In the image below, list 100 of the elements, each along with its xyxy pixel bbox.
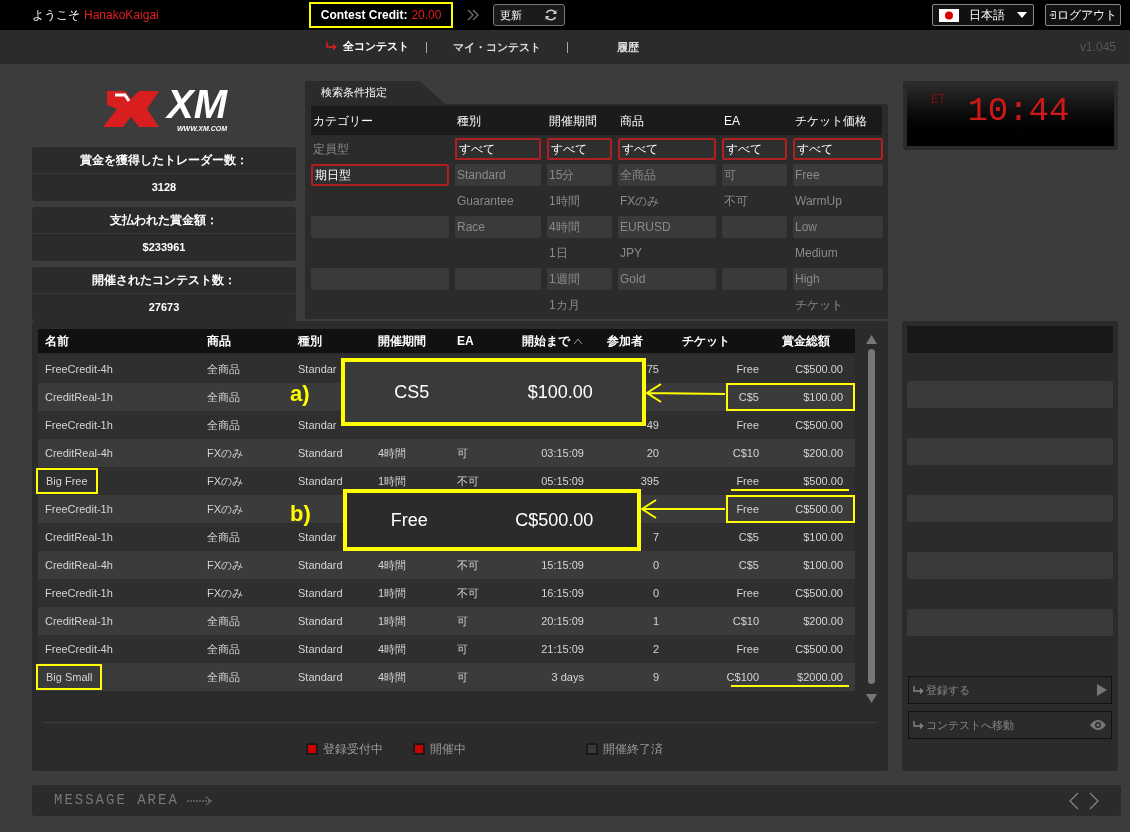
- time-zone: ET: [931, 92, 946, 109]
- filter-heading: 種別: [457, 113, 481, 128]
- table-cell-text: FXのみ: [207, 501, 244, 517]
- table-cell-text: C$5: [738, 389, 759, 405]
- table-cell-text: FXのみ: [207, 445, 244, 461]
- contest-name: FreeCredit-1h: [44, 501, 114, 517]
- table-cell-text: $100.00: [803, 529, 843, 545]
- table-cell-text: 全商品: [207, 529, 240, 545]
- contest-name: CreditReal-1h: [44, 529, 114, 545]
- table-cell-text: C$10: [732, 613, 759, 629]
- table-cell-text: C$500.00: [795, 585, 843, 601]
- table-cell-text: Standard: [298, 669, 343, 685]
- table-cell-text: C$5: [738, 529, 759, 545]
- callout-label: b): [290, 501, 311, 527]
- table-cell-text: Free: [736, 473, 759, 489]
- filter-heading: カテゴリー: [313, 113, 373, 128]
- table-cell-text: 0: [652, 585, 659, 601]
- table-cell-text: 全商品: [207, 669, 240, 685]
- filter-heading: チケット価格: [795, 113, 867, 128]
- table-cell-text: Free: [736, 361, 759, 377]
- table-cell-text: FXのみ: [207, 585, 244, 601]
- user-name: HanakoKaigai: [84, 7, 159, 24]
- stat-label: 支払われた賞金額：: [110, 212, 218, 229]
- table-cell-text: 全商品: [207, 361, 240, 377]
- table-cell-text: 全商品: [207, 613, 240, 629]
- table-cell-text: 15:15:09: [541, 557, 584, 573]
- table-cell-text: Free: [736, 501, 759, 517]
- table-cell-text: FXのみ: [207, 557, 244, 573]
- contest-name: Big Free: [36, 467, 98, 495]
- callout-ticket: CS5: [394, 380, 430, 404]
- contest-name: Big Small: [36, 663, 103, 691]
- table-cell-text: C$10: [732, 445, 759, 461]
- contest-name: CreditReal-4h: [44, 557, 114, 573]
- legend-label: 開催中: [430, 741, 466, 758]
- logo-text: XM: [167, 83, 227, 124]
- table-cell-text: 7: [652, 529, 659, 545]
- table-cell-text: Free: [736, 417, 759, 433]
- table-cell-text: Standard: [298, 613, 343, 629]
- table-cell-text: FXのみ: [207, 473, 244, 489]
- table-cell-text: 不可: [457, 585, 479, 601]
- table-cell-text: Free: [736, 585, 759, 601]
- table-cell-text: 1時間: [378, 473, 407, 489]
- table-cell-text: $100.00: [803, 557, 843, 573]
- filter-heading: 商品: [620, 113, 644, 128]
- table-cell-text: $100.00: [803, 389, 843, 405]
- table-cell-text: Standar: [298, 529, 337, 545]
- stat-value: 3128: [151, 180, 177, 196]
- table-cell-text: $500.00: [803, 473, 843, 489]
- table-cell-text: 9: [652, 669, 659, 685]
- welcome-text: ようこそ: [32, 7, 80, 24]
- table-cell-text: 49: [646, 417, 659, 433]
- table-cell-text: 3 days: [551, 669, 584, 685]
- table-cell-text: $2000.00: [797, 669, 843, 685]
- table-cell-text: 可: [457, 669, 468, 685]
- contest-name: FreeCredit-1h: [44, 417, 114, 433]
- clock-time: 10:44: [967, 91, 1070, 131]
- table-cell-text: 不可: [457, 557, 479, 573]
- table-cell-text: $200.00: [803, 445, 843, 461]
- table-cell-text: $200.00: [803, 613, 843, 629]
- table-cell-text: 全商品: [207, 389, 240, 405]
- table-cell-text: 1時間: [378, 585, 407, 601]
- table-cell-text: 75: [646, 361, 659, 377]
- table-cell-text: 05:15:09: [541, 473, 584, 489]
- legend-label: 登録受付中: [323, 741, 383, 758]
- table-cell-text: 2: [652, 641, 659, 657]
- table-cell-text: Standard: [298, 585, 343, 601]
- table-cell-text: Standar: [298, 361, 337, 377]
- legend-label: 開催終了済: [603, 741, 663, 758]
- table-cell-text: 395: [640, 473, 659, 489]
- stat-value: 27673: [148, 300, 180, 316]
- table-cell-text: C$100: [726, 669, 759, 685]
- table-cell-text: Standar: [298, 417, 337, 433]
- table-cell-text: 20: [646, 445, 659, 461]
- stat-label: 賞金を獲得したトレーダー数：: [80, 152, 248, 169]
- table-cell-text: C$500.00: [795, 417, 843, 433]
- table-cell-text: 20:15:09: [541, 613, 584, 629]
- contest-name: FreeCredit-4h: [44, 641, 114, 657]
- table-cell-text: 03:15:09: [541, 445, 584, 461]
- table-cell-text: Standard: [298, 473, 343, 489]
- message-area-label: MESSAGE AREA: [54, 791, 179, 810]
- callout-prize: C$500.00: [515, 508, 594, 532]
- stat-label: 開催されたコンテスト数：: [92, 272, 236, 289]
- callout-ticket: Free: [390, 508, 428, 532]
- table-cell-text: 全商品: [207, 641, 240, 657]
- table-cell-text: 4時間: [378, 669, 407, 685]
- table-cell-text: 0: [652, 557, 659, 573]
- table-cell-text: 16:15:09: [541, 585, 584, 601]
- table-cell-text: Standard: [298, 557, 343, 573]
- contest-name: FreeCredit-4h: [44, 361, 114, 377]
- contest-name: CreditReal-1h: [44, 389, 114, 405]
- table-cell-text: Standard: [298, 445, 343, 461]
- callout-label: a): [290, 381, 310, 407]
- contest-name: CreditReal-1h: [44, 613, 114, 629]
- table-cell-text: 4時間: [378, 641, 407, 657]
- filter-heading: EA: [724, 113, 740, 128]
- table-cell-text: 可: [457, 445, 468, 461]
- contest-name: CreditReal-4h: [44, 445, 114, 461]
- table-cell-text: C$500.00: [795, 501, 843, 517]
- table-cell-text: 不可: [457, 473, 479, 489]
- table-cell-text: C$5: [738, 557, 759, 573]
